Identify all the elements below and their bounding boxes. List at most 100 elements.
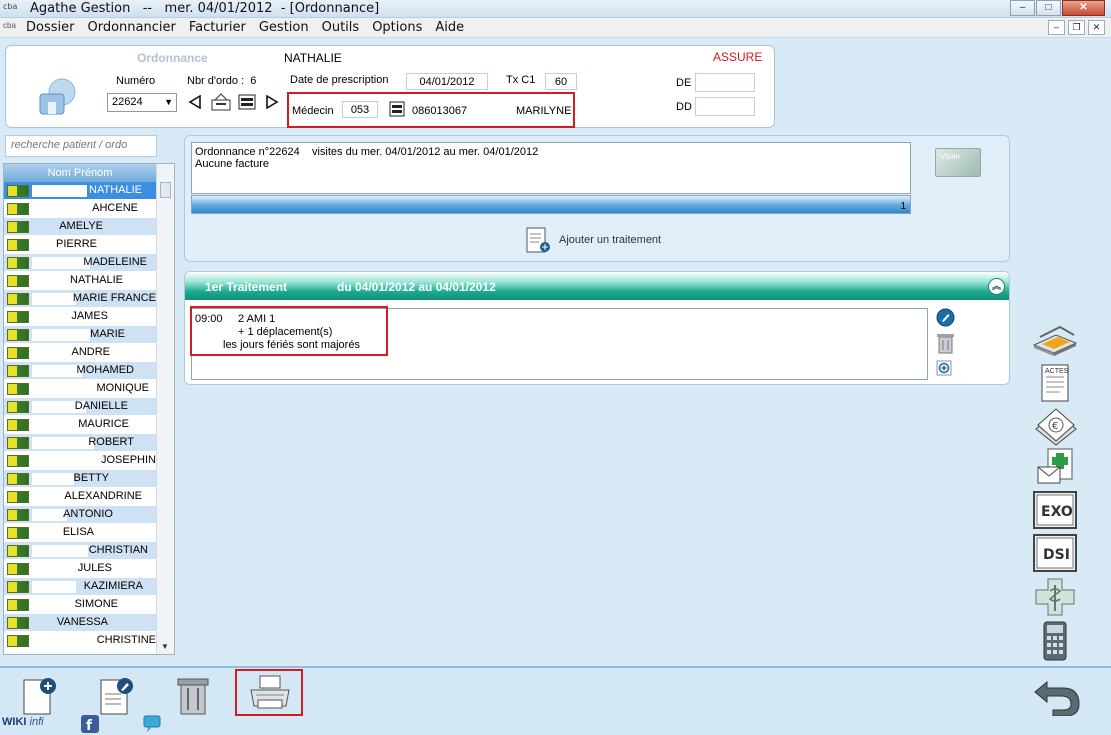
treatment-highlight-box [190,306,388,356]
edit-icon[interactable] [936,308,955,327]
menu-outils[interactable]: Outils [322,20,360,35]
facebook-icon[interactable]: f [80,714,100,734]
window-title: Agathe Gestion -- mer. 04/01/2012 - [Ord… [30,1,380,16]
prev-arrow-icon[interactable] [188,95,202,109]
new-document-icon[interactable] [20,676,60,716]
edit-document-icon[interactable] [97,676,137,716]
patient-row[interactable]: MONIQUE [4,380,156,398]
chat-icon[interactable] [142,714,164,734]
patient-row[interactable]: MARIE FRANCE [4,290,156,308]
medecin-number: 086013067 [412,105,468,117]
trash-icon[interactable] [936,332,955,354]
menu-dossier[interactable]: Dossier [26,20,74,35]
add-treatment-button[interactable]: Ajouter un traitement [525,226,661,254]
patient-row[interactable]: NATHALIE [4,272,156,290]
dsi-button[interactable]: DSI [1030,533,1080,573]
chevron-down-icon[interactable]: ▼ [161,642,169,651]
patient-row[interactable]: ANTONIO [4,506,156,524]
back-arrow-icon[interactable] [1033,676,1081,716]
patient-row[interactable]: JAMES [4,308,156,326]
date-prescription-label: Date de prescription [290,74,389,86]
actes-label: ACTES [1045,368,1069,375]
menu-aide[interactable]: Aide [435,20,464,35]
treatment-panel: 1er Traitement du 04/01/2012 au 04/01/20… [184,271,1010,385]
patient-row[interactable]: AHCENE [4,200,156,218]
patient-row[interactable]: MADELEINE [4,254,156,272]
de-field[interactable] [695,73,755,92]
dd-field[interactable] [695,97,755,116]
mdi-minimize-icon[interactable]: – [1048,20,1065,35]
patient-row[interactable]: ALEXANDRINE [4,488,156,506]
exo-icon: EXO [1033,491,1077,529]
patient-row[interactable]: CHRISTIAN [4,542,156,560]
patient-list-header[interactable]: Nom Prénom [4,164,156,182]
vitale-card-icon [7,455,29,467]
calculator-button[interactable] [1030,620,1080,662]
actes-button[interactable]: ACTES [1030,363,1080,403]
wiki-infi-link[interactable]: WIKI infi [2,716,44,728]
patient-row[interactable]: JULES [4,560,156,578]
scanner-button[interactable] [1030,317,1080,357]
patient-row[interactable]: NATHALIE [4,182,156,200]
medecin-card-icon[interactable] [389,101,405,117]
vitale-card-icon [7,365,29,377]
patient-row[interactable]: VANESSA [4,614,156,632]
patient-row[interactable]: PIERRE [4,236,156,254]
patient-search-input[interactable]: recherche patient / ordo [5,135,157,157]
menu-gestion[interactable]: Gestion [259,20,309,35]
patient-row[interactable]: BETTY [4,470,156,488]
vitale-card-icon [7,293,29,305]
facturation-button[interactable]: € [1030,403,1080,447]
mdi-close-icon[interactable]: ✕ [1088,20,1105,35]
vitale-card-icon [7,635,29,647]
card-reader-icon[interactable] [238,94,256,110]
trash-icon[interactable] [173,676,213,716]
patient-row[interactable]: MOHAMED [4,362,156,380]
date-prescription-field[interactable]: 04/01/2012 [406,73,488,90]
add-document-icon [526,227,550,253]
actes-document-icon: ACTES [1041,364,1069,402]
vitale-card-icon [7,473,29,485]
patient-row[interactable]: JOSEPHIN [4,452,156,470]
close-icon[interactable]: ✕ [1062,0,1105,16]
swap-ordo-icon[interactable] [209,92,233,112]
mdi-restore-icon[interactable]: ❐ [1068,20,1085,35]
scrollbar-thumb[interactable] [160,182,171,198]
patient-row[interactable]: AMELYE [4,218,156,236]
patient-row[interactable]: MARIE [4,326,156,344]
patient-avatar-icon [39,78,76,115]
vitale-card-icon [7,563,29,575]
collapse-up-icon[interactable]: ︽ [988,278,1005,295]
patient-row[interactable]: KAZIMIERA [4,578,156,596]
menu-ordonnancier[interactable]: Ordonnancier [87,20,175,35]
patient-row[interactable]: ANDRE [4,344,156,362]
exo-button[interactable]: EXO [1030,490,1080,530]
numero-select[interactable]: 22624 ▼ [107,93,177,112]
next-arrow-icon[interactable] [265,95,279,109]
patient-list-scrollbar[interactable]: ▼ [156,164,174,654]
patient-name-mask [214,51,282,65]
patient-row[interactable]: SIMONE [4,596,156,614]
menu-facturier[interactable]: Facturier [189,20,246,35]
tx-label: Tx C1 [506,74,536,86]
mail-doctor-button[interactable] [1030,447,1080,487]
patient-row[interactable]: CHRISTINE [4,632,156,650]
tx-field[interactable]: 60 [545,73,577,90]
maximize-icon[interactable]: □ [1036,0,1061,16]
vitale-card-icon [7,419,29,431]
minimize-icon[interactable]: – [1010,0,1035,16]
vitale-card-icon [7,545,29,557]
vitale-card-button[interactable]: Vitale [935,148,981,177]
patient-row[interactable]: ROBERT [4,434,156,452]
printer-icon[interactable] [248,672,292,712]
pharmacy-button[interactable] [1030,577,1080,617]
patient-row[interactable]: DANIELLE [4,398,156,416]
patient-row[interactable]: MAURICE [4,416,156,434]
de-label: DE [676,77,692,89]
add-circle-icon[interactable] [936,360,952,376]
medecin-code-field[interactable]: 053 [342,101,378,118]
patient-row[interactable]: ELISA [4,524,156,542]
vitale-card-icon [7,347,29,359]
menu-options[interactable]: Options [372,20,422,35]
svg-text:€: € [1052,421,1058,432]
